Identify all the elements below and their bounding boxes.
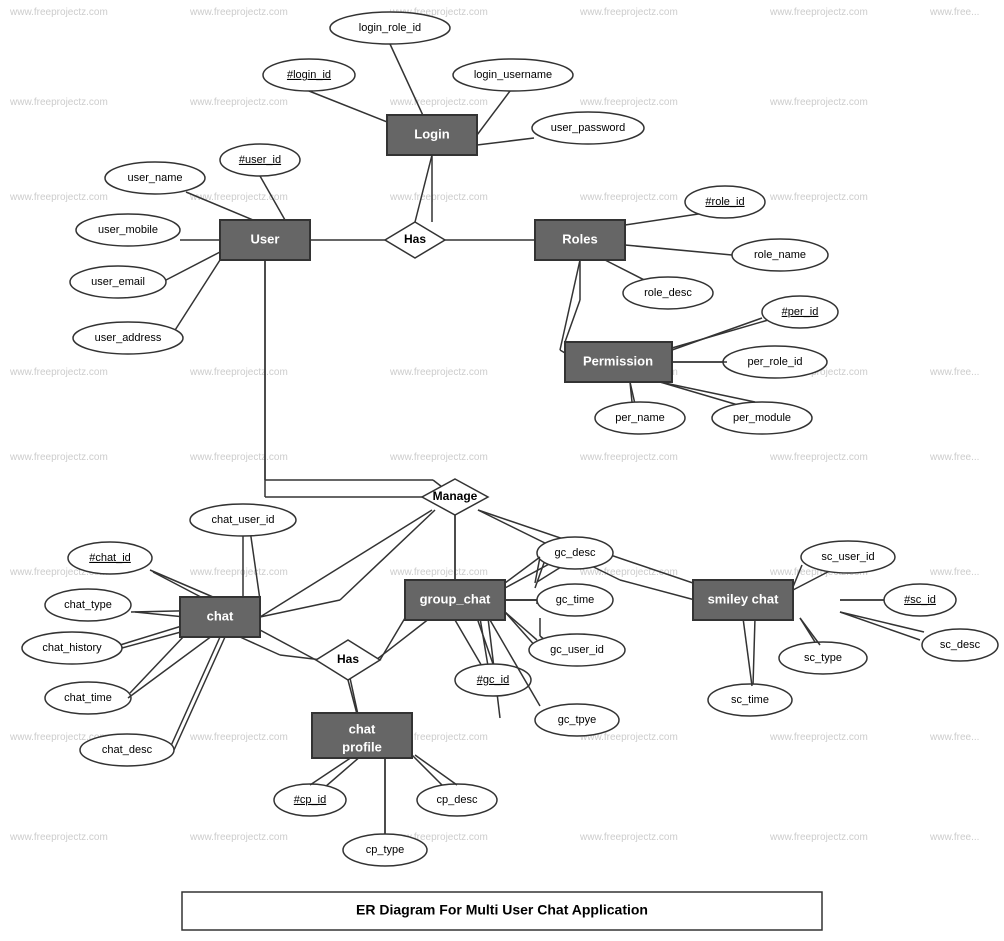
watermark: www.freeprojectz.com — [9, 832, 108, 843]
watermark: www.freeprojectz.com — [769, 452, 868, 463]
watermark: www.freeprojectz.com — [769, 732, 868, 743]
attr-sc-type-label: sc_type — [804, 652, 842, 664]
attr-per-name-label: per_name — [615, 412, 665, 424]
watermark: www.freeprojectz.com — [579, 832, 678, 843]
entity-chat-profile-label: chat — [349, 721, 376, 736]
relationship-manage-label: Manage — [433, 489, 478, 503]
watermark: www.freeprojectz.com — [389, 367, 488, 378]
watermark: www.freeprojectz.com — [189, 832, 288, 843]
attr-login-id-label: #login_id — [287, 69, 331, 81]
relationship-has-label: Has — [404, 232, 426, 246]
attr-login-username-label: login_username — [474, 69, 552, 81]
attr-cp-desc-label: cp_desc — [437, 794, 478, 806]
attr-cp-id-label: #cp_id — [294, 794, 326, 806]
watermark: www.freeprojectz.com — [769, 7, 868, 18]
relationship-has2-label: Has — [337, 652, 359, 666]
attr-chat-user-id-label: chat_user_id — [212, 514, 275, 526]
watermark: www.freeprojectz.com — [189, 97, 288, 108]
watermark: www.free... — [929, 567, 979, 578]
attr-per-module-label: per_module — [733, 412, 791, 424]
attr-sc-user-id-label: sc_user_id — [821, 551, 874, 563]
entity-chat-profile-label2: profile — [342, 739, 382, 754]
entity-permission-label: Permission — [583, 353, 653, 368]
entity-login-label: Login — [414, 126, 449, 141]
watermark: www.freeprojectz.com — [9, 192, 108, 203]
attr-per-role-id-label: per_role_id — [747, 356, 802, 368]
watermark: www.freeprojectz.com — [579, 452, 678, 463]
attr-role-desc-label: role_desc — [644, 287, 692, 299]
attr-user-password-label: user_password — [551, 122, 626, 134]
attr-chat-id-label: #chat_id — [89, 552, 131, 564]
watermark: www.freeprojectz.com — [389, 192, 488, 203]
attr-chat-history-label: chat_history — [42, 642, 102, 654]
attr-cp-type-label: cp_type — [366, 844, 405, 856]
watermark: www.freeprojectz.com — [189, 452, 288, 463]
attr-gc-time-label: gc_time — [556, 594, 595, 606]
watermark: www.free... — [929, 7, 979, 18]
attr-chat-desc-label: chat_desc — [102, 744, 153, 756]
watermark: www.freeprojectz.com — [389, 452, 488, 463]
entity-roles-label: Roles — [562, 231, 597, 246]
watermark: www.freeprojectz.com — [9, 97, 108, 108]
attr-chat-time-label: chat_time — [64, 692, 112, 704]
watermark: www.freeprojectz.com — [579, 192, 678, 203]
attr-user-mobile-label: user_mobile — [98, 224, 158, 236]
watermark: www.free... — [929, 452, 979, 463]
attr-gc-tpye-label: gc_tpye — [558, 714, 597, 726]
entity-smiley-chat-label: smiley chat — [708, 591, 779, 606]
watermark: www.freeprojectz.com — [389, 97, 488, 108]
watermark: www.freeprojectz.com — [9, 7, 108, 18]
watermark: www.freeprojectz.com — [769, 192, 868, 203]
attr-gc-user-id-label: gc_user_id — [550, 644, 604, 656]
attr-role-name-label: role_name — [754, 249, 806, 261]
watermark: www.free... — [929, 367, 979, 378]
watermark: www.freeprojectz.com — [579, 97, 678, 108]
watermark: www.freeprojectz.com — [189, 7, 288, 18]
diagram-title: ER Diagram For Multi User Chat Applicati… — [356, 902, 648, 918]
watermark: www.freeprojectz.com — [189, 567, 288, 578]
watermark: www.freeprojectz.com — [9, 452, 108, 463]
attr-user-id-label: #user_id — [239, 154, 281, 166]
attr-chat-type-label: chat_type — [64, 599, 112, 611]
attr-sc-id-label: #sc_id — [904, 594, 936, 606]
er-diagram: www.freeprojectz.com www.freeprojectz.co… — [0, 0, 1004, 941]
entity-chat-label: chat — [207, 608, 234, 623]
attr-gc-desc-label: gc_desc — [555, 547, 596, 559]
watermark: www.free... — [929, 832, 979, 843]
entity-user-label: User — [251, 231, 280, 246]
attr-sc-desc-label: sc_desc — [940, 639, 981, 651]
entity-group-chat-label: group_chat — [420, 591, 491, 606]
watermark: www.freeprojectz.com — [189, 732, 288, 743]
attr-per-id-label: #per_id — [782, 306, 819, 318]
watermark: www.freeprojectz.com — [189, 367, 288, 378]
attr-user-address-label: user_address — [95, 332, 162, 344]
attr-user-name-label: user_name — [127, 172, 182, 184]
watermark: www.freeprojectz.com — [769, 97, 868, 108]
watermark: www.freeprojectz.com — [579, 7, 678, 18]
attr-user-email-label: user_email — [91, 276, 145, 288]
watermark: www.free... — [929, 732, 979, 743]
watermark: www.freeprojectz.com — [389, 567, 488, 578]
attr-sc-time-label: sc_time — [731, 694, 769, 706]
attr-role-id-label: #role_id — [705, 196, 744, 208]
watermark: www.freeprojectz.com — [769, 832, 868, 843]
watermark: www.freeprojectz.com — [9, 367, 108, 378]
attr-login-role-id-label: login_role_id — [359, 22, 421, 34]
attr-gc-id-label: #gc_id — [477, 674, 509, 686]
